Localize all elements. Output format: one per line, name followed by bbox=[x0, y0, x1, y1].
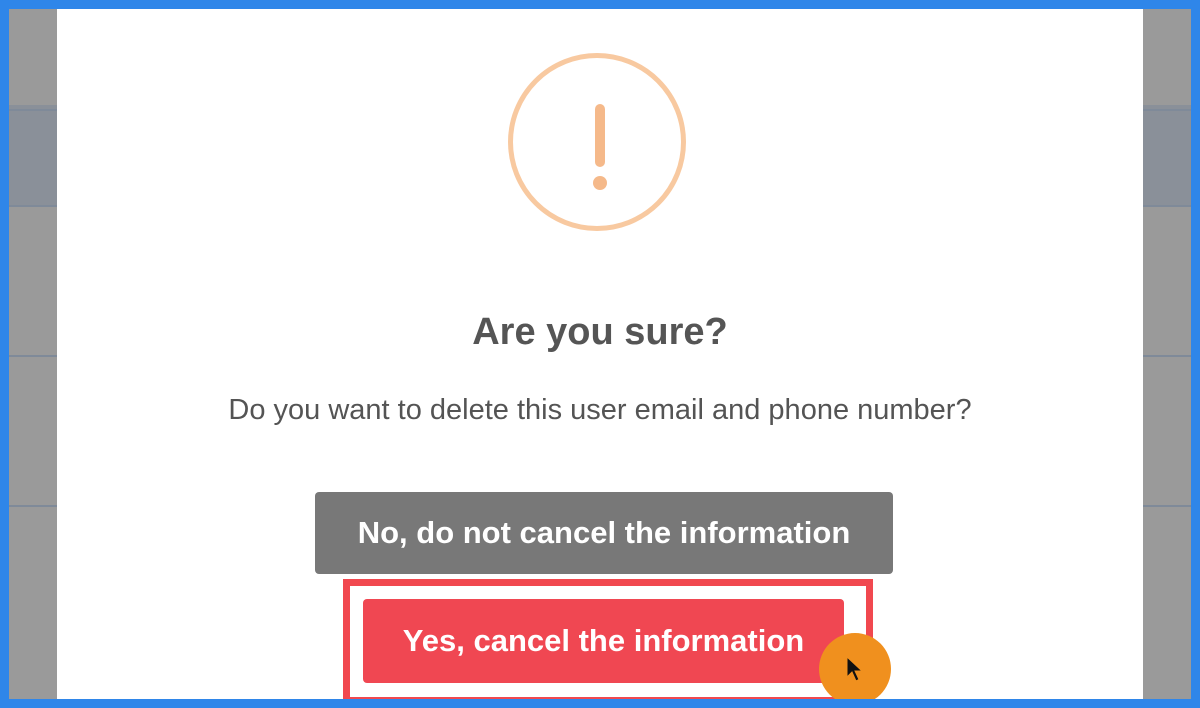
dialog-title: Are you sure? bbox=[472, 311, 728, 353]
exclamation-dot bbox=[593, 176, 607, 190]
screenshot-frame: Are you sure? Do you want to delete this… bbox=[0, 0, 1200, 708]
exclamation-warning-icon bbox=[508, 53, 686, 231]
cursor-indicator bbox=[819, 633, 891, 699]
dialog-message: Do you want to delete this user email an… bbox=[228, 394, 972, 426]
exclamation-bar bbox=[595, 104, 605, 167]
confirm-button[interactable]: Yes, cancel the information bbox=[363, 599, 844, 683]
mouse-pointer-icon bbox=[846, 655, 864, 682]
cancel-button[interactable]: No, do not cancel the information bbox=[315, 492, 893, 574]
confirm-dialog: Are you sure? Do you want to delete this… bbox=[57, 9, 1143, 699]
